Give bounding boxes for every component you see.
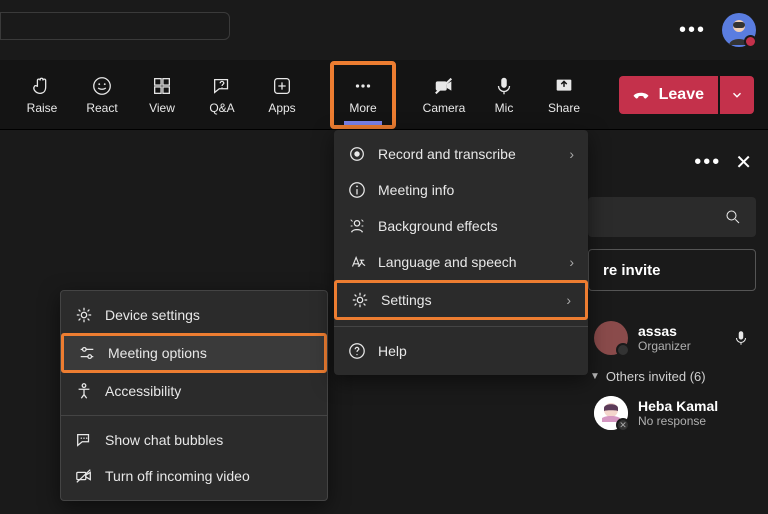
- accessibility-icon: [75, 382, 93, 400]
- more-button[interactable]: More: [336, 67, 390, 123]
- chevron-right-icon: ›: [566, 292, 571, 308]
- submenu-label: Show chat bubbles: [105, 432, 223, 448]
- chevron-down-icon: [730, 88, 744, 102]
- search-icon: [724, 208, 742, 226]
- apps-label: Apps: [268, 101, 295, 115]
- menu-meeting-info[interactable]: Meeting info: [334, 172, 588, 208]
- leave-more-button[interactable]: [720, 76, 754, 114]
- leave-label: Leave: [659, 86, 704, 104]
- background-icon: [348, 217, 366, 235]
- hangup-icon: [631, 85, 651, 105]
- menu-help[interactable]: Help: [334, 333, 588, 369]
- pane-more-icon[interactable]: •••: [694, 151, 721, 174]
- raise-hand-button[interactable]: Raise: [14, 66, 70, 124]
- camera-button[interactable]: Camera: [416, 66, 472, 124]
- menu-language[interactable]: Language and speech ›: [334, 244, 588, 280]
- meeting-toolbar: Raise React View Q&A Apps More Camera Mi…: [0, 60, 768, 130]
- submenu-chat-bubbles[interactable]: Show chat bubbles: [61, 422, 327, 458]
- info-icon: [348, 181, 366, 199]
- menu-label: Language and speech: [378, 254, 517, 270]
- header-more-icon[interactable]: •••: [679, 19, 706, 42]
- menu-background-effects[interactable]: Background effects: [334, 208, 588, 244]
- view-button[interactable]: View: [134, 66, 190, 124]
- mic-button[interactable]: Mic: [476, 66, 532, 124]
- submenu-device-settings[interactable]: Device settings: [61, 297, 327, 333]
- pane-close-button[interactable]: ✕: [735, 150, 752, 175]
- chat-icon: [75, 431, 93, 449]
- more-underline: [344, 121, 382, 125]
- menu-label: Help: [378, 343, 407, 359]
- participants-pane: ••• ✕ re invite assas Organizer ▼ Others…: [588, 140, 768, 436]
- menu-label: Settings: [381, 292, 432, 308]
- submenu-label: Accessibility: [105, 383, 181, 399]
- more-label: More: [349, 101, 376, 115]
- menu-separator: [61, 415, 327, 416]
- mic-icon: [732, 329, 750, 347]
- others-label: Others invited (6): [606, 369, 706, 384]
- submenu-accessibility[interactable]: Accessibility: [61, 373, 327, 409]
- leave-button[interactable]: Leave: [619, 76, 718, 114]
- share-invite-label: re invite: [603, 262, 661, 279]
- top-bar: •••: [0, 0, 768, 60]
- status-dot: [616, 343, 630, 357]
- record-icon: [348, 145, 366, 163]
- video-off-icon: [75, 467, 93, 485]
- share-button[interactable]: Share: [536, 66, 592, 124]
- sliders-icon: [78, 344, 96, 362]
- help-icon: [348, 342, 366, 360]
- more-menu: Record and transcribe › Meeting info Bac…: [334, 130, 588, 375]
- menu-label: Record and transcribe: [378, 146, 516, 162]
- mic-label: Mic: [495, 101, 514, 115]
- participant-search[interactable]: [588, 197, 756, 237]
- submenu-label: Device settings: [105, 307, 200, 323]
- chevron-down-icon: ▼: [590, 371, 600, 382]
- language-icon: [348, 253, 366, 271]
- qa-label: Q&A: [209, 101, 234, 115]
- chevron-right-icon: ›: [569, 254, 574, 270]
- presence-dot: [744, 35, 757, 48]
- settings-submenu: Device settings Meeting options Accessib…: [60, 290, 328, 501]
- menu-settings[interactable]: Settings ›: [334, 280, 588, 320]
- participant-row[interactable]: ✕ Heba Kamal No response: [588, 390, 760, 436]
- apps-button[interactable]: Apps: [254, 66, 310, 124]
- participant-organizer[interactable]: assas Organizer: [588, 315, 760, 361]
- participant-status: No response: [638, 414, 718, 428]
- raise-label: Raise: [27, 101, 58, 115]
- user-avatar[interactable]: [722, 13, 756, 47]
- menu-label: Background effects: [378, 218, 498, 234]
- menu-record[interactable]: Record and transcribe ›: [334, 136, 588, 172]
- status-dot: ✕: [616, 418, 630, 432]
- more-highlight: More: [330, 61, 396, 129]
- menu-separator: [334, 326, 588, 327]
- gear-icon: [351, 291, 369, 309]
- avatar: ✕: [594, 396, 628, 430]
- participant-name: assas: [638, 323, 691, 339]
- react-button[interactable]: React: [74, 66, 130, 124]
- avatar: [594, 321, 628, 355]
- share-label: Share: [548, 101, 580, 115]
- participant-name: Heba Kamal: [638, 398, 718, 414]
- participant-role: Organizer: [638, 339, 691, 353]
- submenu-turn-off-video[interactable]: Turn off incoming video: [61, 458, 327, 494]
- react-label: React: [86, 101, 117, 115]
- qa-button[interactable]: Q&A: [194, 66, 250, 124]
- submenu-label: Meeting options: [108, 345, 207, 361]
- others-invited-header[interactable]: ▼ Others invited (6): [588, 361, 760, 390]
- share-invite-button[interactable]: re invite: [588, 249, 756, 291]
- view-label: View: [149, 101, 175, 115]
- gear-icon: [75, 306, 93, 324]
- submenu-meeting-options[interactable]: Meeting options: [61, 333, 327, 373]
- camera-label: Camera: [423, 101, 466, 115]
- menu-label: Meeting info: [378, 182, 454, 198]
- chevron-right-icon: ›: [569, 146, 574, 162]
- submenu-label: Turn off incoming video: [105, 468, 250, 484]
